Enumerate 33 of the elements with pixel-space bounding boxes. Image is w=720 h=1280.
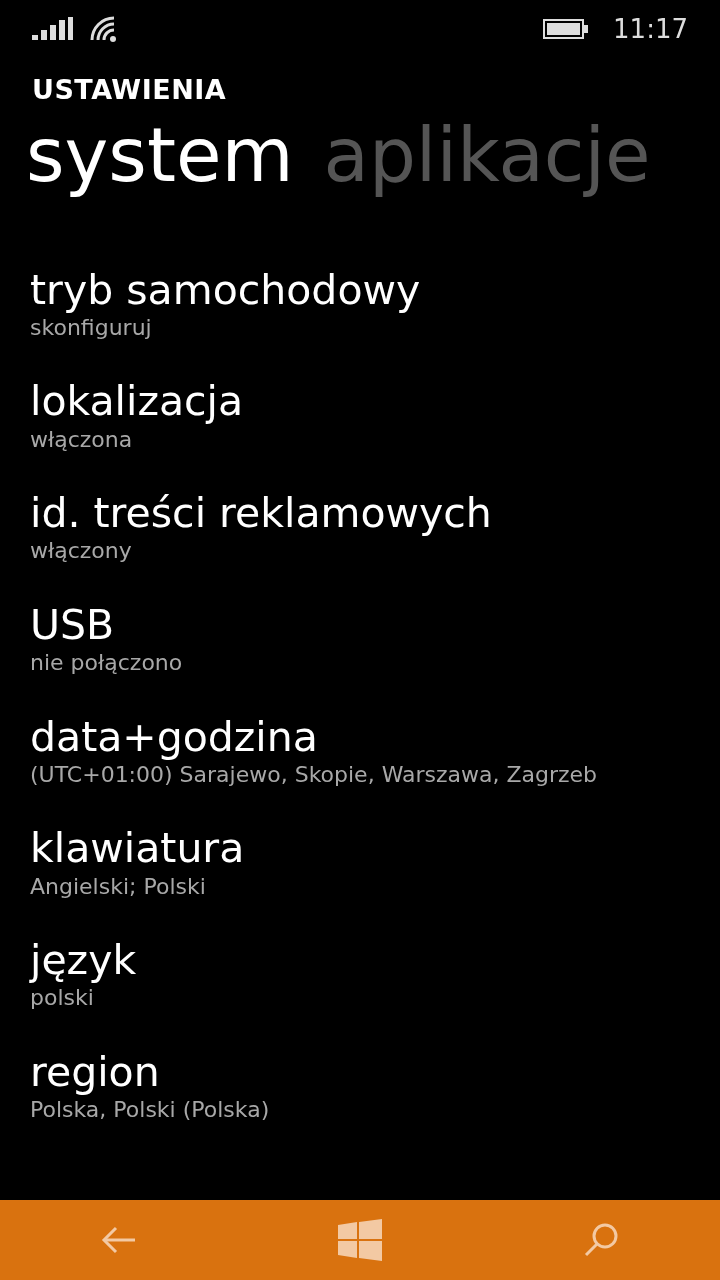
back-arrow-icon [100,1225,137,1255]
setting-title: tryb samochodowy [30,266,421,314]
settings-item[interactable]: data+godzina (UTC+01:00) Sarajewo, Skopie, Warszawa, Zagrzeb [30,713,598,790]
wifi-icon [90,16,118,42]
setting-title: data+godzina [30,713,319,761]
settings-item[interactable]: region Polska, Polski (Polska) [30,1048,270,1125]
setting-value: Angielski; Polski [30,872,207,901]
setting-title: klawiatura [30,825,245,873]
setting-title: USB [30,601,116,650]
battery-icon [543,19,590,39]
setting-value: skonfiguruj [30,313,153,342]
settings-item[interactable]: USB nie połączono [30,601,183,678]
app-title: USTAWIENIA [31,73,228,107]
setting-value: włączona [30,425,134,454]
windows-logo-icon [338,1219,382,1261]
setting-title: język [30,937,137,985]
setting-value: włączony [30,537,133,566]
settings-item[interactable]: id. treści reklamowych włączony [30,490,492,566]
settings-item[interactable]: tryb samochodowy skonfiguruj [30,266,421,343]
setting-value: (UTC+01:00) Sarajewo, Skopie, Warszawa, Zagrzeb [30,760,598,789]
settings-item[interactable]: lokalizacja włączona [30,378,244,455]
setting-value: nie połączono [30,649,183,678]
pivot-tab[interactable]: system [26,106,324,203]
setting-value: Polska, Polski (Polska) [30,1095,270,1124]
setting-title: id. treści reklamowych [30,490,492,538]
setting-value: polski [30,984,95,1013]
clock: 11:17 [613,12,688,46]
setting-title: lokalizacja [30,378,244,426]
setting-title: region [30,1048,161,1096]
signal-icon [32,17,74,41]
settings-item[interactable]: klawiatura Angielski; Polski [30,825,245,902]
settings-item[interactable]: język polski [30,937,137,1013]
search-icon [583,1222,620,1258]
